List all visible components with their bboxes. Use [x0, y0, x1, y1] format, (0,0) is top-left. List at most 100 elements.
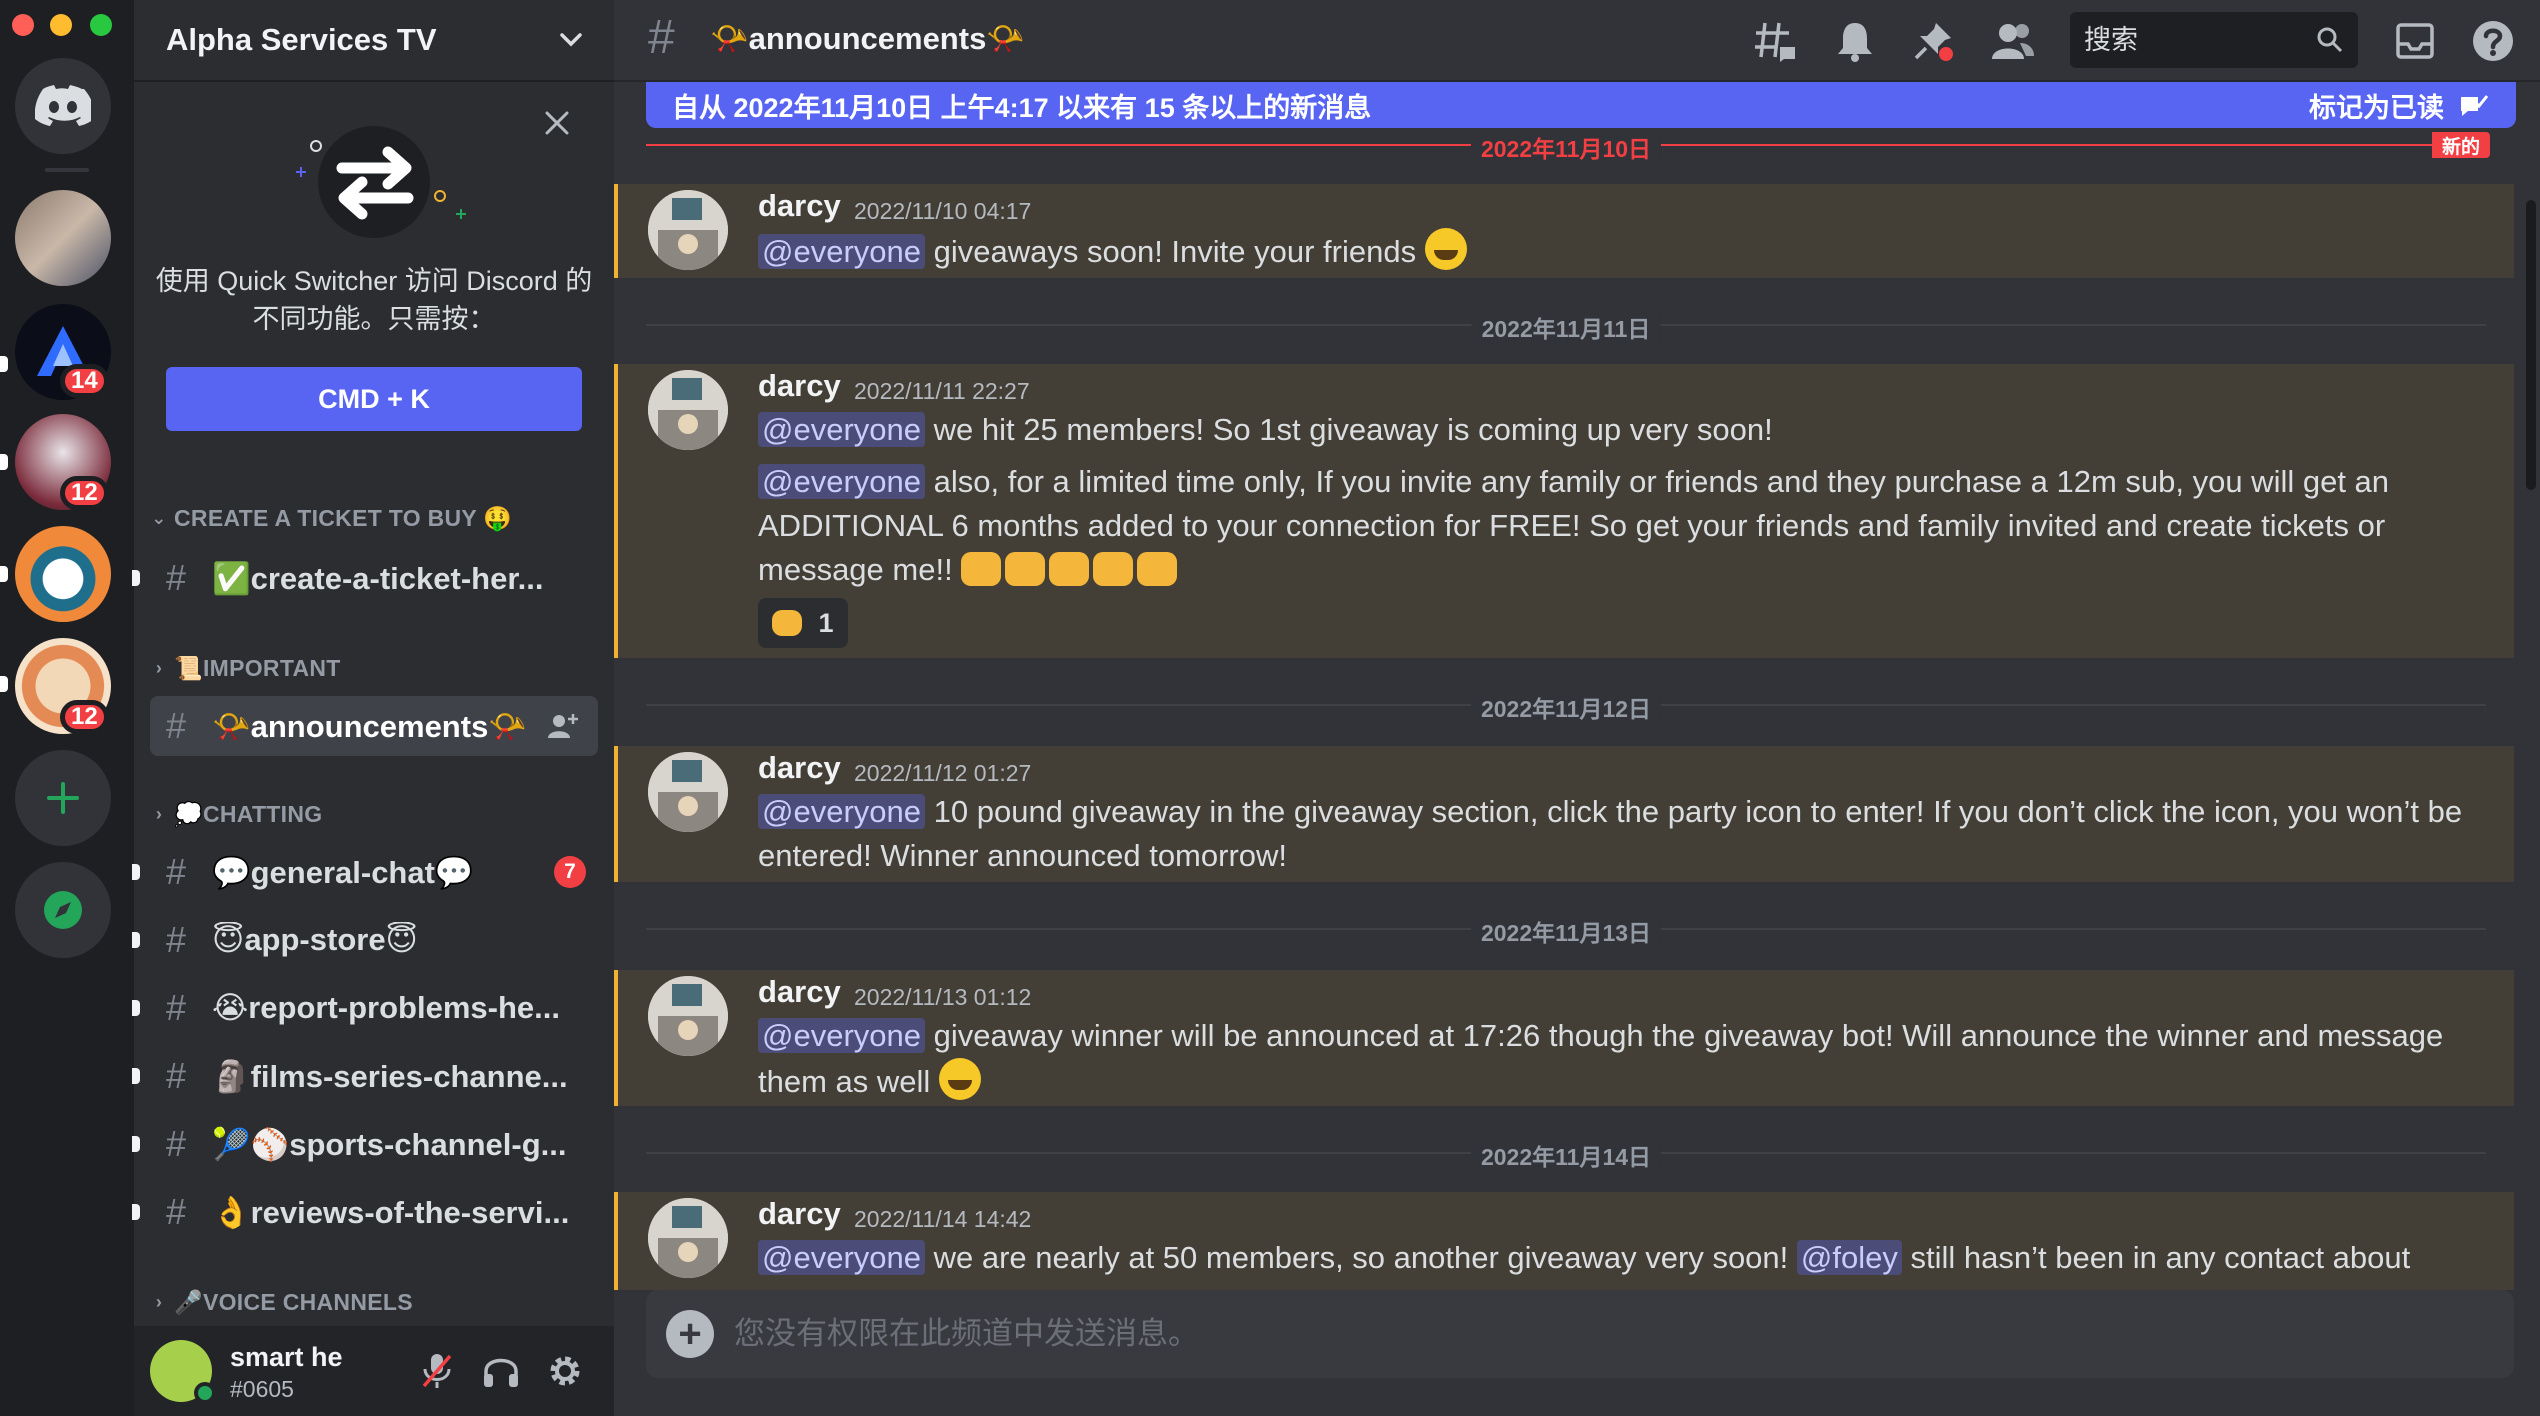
message-timestamp: 2022/11/12 01:27 [854, 760, 1032, 786]
mention-everyone[interactable]: @everyone [758, 794, 925, 829]
scrollbar-thumb[interactable] [2526, 200, 2536, 490]
message-author[interactable]: darcy [758, 750, 841, 786]
category-chatting[interactable]: › 💭CHATTING [144, 796, 322, 832]
guild-header[interactable]: Alpha Services TV [134, 0, 614, 82]
new-messages-banner[interactable]: 自从 2022年11月10日 上午4:17 以来有 15 条以上的新消息 标记为… [646, 82, 2516, 128]
inbox-button[interactable] [2388, 14, 2442, 68]
online-status-icon [194, 1382, 216, 1404]
avatar[interactable] [648, 190, 728, 270]
invite-member-icon[interactable] [548, 712, 578, 740]
search-box [2070, 12, 2358, 68]
rail-separator [45, 168, 89, 172]
server-unread-pill [0, 454, 8, 470]
channel-general-chat[interactable]: # 💬general-chat💬 7 [132, 842, 598, 902]
avatar[interactable] [648, 370, 728, 450]
window-close-button[interactable] [12, 14, 34, 36]
server-icon-1[interactable] [15, 190, 111, 286]
date-label: 2022年11月10日 [1470, 130, 1662, 164]
unread-indicator [132, 1136, 140, 1152]
member-list-button[interactable] [1986, 14, 2040, 68]
deafen-button[interactable] [476, 1346, 526, 1396]
message-content: @everyone giveaways soon! Invite your fr… [758, 228, 2478, 274]
message-timestamp: 2022/11/11 22:27 [854, 378, 1030, 404]
message-author[interactable]: darcy [758, 188, 841, 224]
server-icon-mascot[interactable] [15, 526, 111, 622]
user-name: smart he [230, 1342, 343, 1372]
category-create-ticket[interactable]: ⌄ CREATE A TICKET TO BUY 🤑 [144, 500, 512, 536]
channel-sidebar: Alpha Services TV 使用 Quick Switcher 访问 D… [132, 0, 614, 1416]
fist-emoji-icon [1137, 552, 1178, 586]
guild-name: Alpha Services TV [166, 22, 437, 57]
message-author[interactable]: darcy [758, 1196, 841, 1232]
avatar[interactable] [648, 1198, 728, 1278]
threads-button[interactable] [1748, 14, 1802, 68]
mention-badge: 7 [554, 856, 586, 888]
reaction-button[interactable]: 1 [758, 598, 848, 648]
channel-announcements[interactable]: # 📯announcements📯 [150, 696, 598, 756]
avatar[interactable] [648, 976, 728, 1056]
hash-icon: # [166, 1123, 187, 1164]
message-timestamp: 2022/11/13 01:12 [854, 984, 1032, 1010]
search-input[interactable] [2070, 12, 2310, 68]
dismiss-card-icon[interactable] [542, 108, 572, 138]
channel-sports[interactable]: # 🎾⚾sports-channel-g... [132, 1114, 598, 1174]
date-label: 2022年11月14日 [1470, 1138, 1662, 1172]
message-input [734, 1290, 2434, 1378]
message-1[interactable]: darcy 2022/11/10 04:17 @everyone giveawa… [614, 184, 2514, 278]
discord-home-button[interactable] [15, 58, 111, 154]
window-minimize-button[interactable] [50, 14, 72, 36]
chevron-down-icon [560, 33, 582, 47]
date-divider: 2022年11月11日 [646, 310, 2486, 344]
date-divider: 2022年11月12日 [646, 690, 2486, 724]
channel-reviews[interactable]: # 👌reviews-of-the-servi... [132, 1182, 598, 1242]
server-unread-pill [0, 566, 8, 582]
mention-everyone[interactable]: @everyone [758, 464, 925, 499]
channel-label: 🗿films-series-channe... [212, 1058, 568, 1094]
message-author[interactable]: darcy [758, 974, 841, 1010]
mark-read-icon [2461, 95, 2488, 116]
hash-icon: # [166, 705, 187, 746]
mention-everyone[interactable]: @everyone [758, 1240, 925, 1275]
message-4[interactable]: darcy 2022/11/13 01:12 @everyone giveawa… [614, 970, 2514, 1106]
notifications-button[interactable] [1828, 14, 1882, 68]
message-author[interactable]: darcy [758, 368, 841, 404]
mention-everyone[interactable]: @everyone [758, 1018, 925, 1053]
mention-user[interactable]: @foley [1796, 1240, 1902, 1275]
window-zoom-button[interactable] [90, 14, 112, 36]
avatar-image [648, 1198, 728, 1278]
compass-icon [44, 891, 82, 929]
smile-emoji-icon [938, 1058, 981, 1100]
mute-button[interactable] [412, 1346, 462, 1396]
channel-create-a-ticket[interactable]: # ✅create-a-ticket-her... [132, 548, 598, 608]
members-icon [1992, 24, 2034, 59]
category-important[interactable]: › 📜IMPORTANT [144, 650, 341, 686]
message-3[interactable]: darcy 2022/11/12 01:27 @everyone 10 poun… [614, 746, 2514, 882]
unread-indicator [132, 932, 140, 948]
quick-switcher-illustration [296, 126, 466, 238]
pinned-messages-button[interactable] [1906, 14, 1960, 68]
hash-icon: # [166, 557, 187, 598]
close-icon[interactable] [338, 68, 368, 98]
explore-servers-button[interactable] [15, 862, 111, 958]
mention-everyone[interactable]: @everyone [758, 412, 925, 447]
add-server-button[interactable] [15, 750, 111, 846]
channel-label: 🎾⚾sports-channel-g... [212, 1126, 567, 1162]
date-divider-new: 2022年11月10日 新的 [646, 130, 2490, 164]
mark-as-read-button[interactable]: 标记为已读 [2309, 86, 2488, 125]
chevron-right-icon: › [155, 1291, 163, 1312]
channel-app-store[interactable]: # 😇app-store😇 [132, 910, 598, 970]
help-button[interactable] [2466, 14, 2520, 68]
hash-icon: # [166, 919, 187, 960]
message-2[interactable]: darcy 2022/11/11 22:27 @everyone we hit … [614, 364, 2514, 658]
avatar[interactable] [648, 752, 728, 832]
channel-report-problems[interactable]: # 😭report-problems-he... [132, 978, 598, 1038]
hash-icon: # [166, 1055, 187, 1096]
mention-everyone[interactable]: @everyone [758, 234, 925, 269]
category-voice-channels[interactable]: › 🎤VOICE CHANNELS [144, 1284, 413, 1320]
message-5[interactable]: darcy 2022/11/14 14:42 @everyone we are … [614, 1192, 2514, 1290]
user-settings-button[interactable] [540, 1346, 590, 1396]
server-badge: 12 [60, 700, 109, 734]
quick-switcher-button[interactable]: CMD + K [166, 367, 582, 431]
new-messages-text: 自从 2022年11月10日 上午4:17 以来有 15 条以上的新消息 [672, 92, 1372, 123]
channel-films-series[interactable]: # 🗿films-series-channe... [132, 1046, 598, 1106]
